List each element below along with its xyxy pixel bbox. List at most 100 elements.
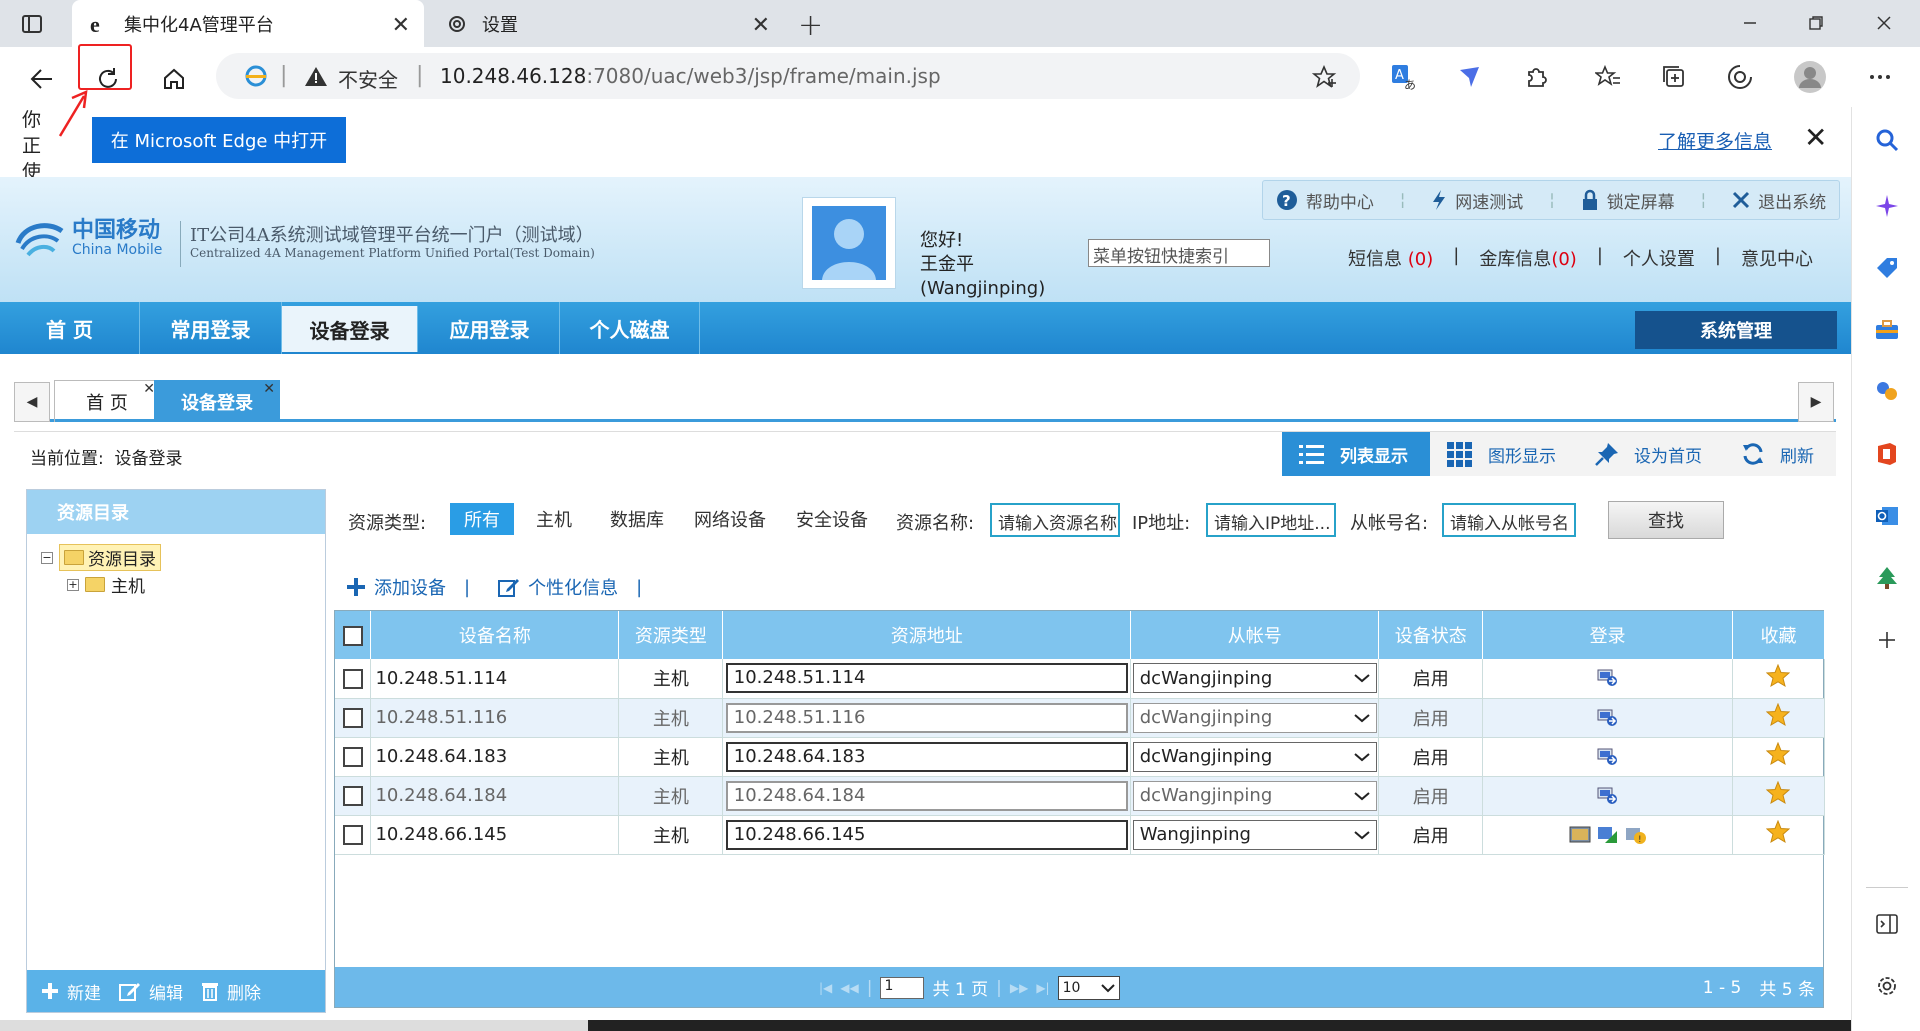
open-in-edge-button[interactable]: 在 Microsoft Edge 中打开 bbox=[92, 117, 346, 163]
prev-page-icon[interactable]: ◀◀ bbox=[840, 981, 858, 995]
system-admin-button[interactable]: 系统管理 bbox=[1635, 311, 1837, 349]
type-filter-host[interactable]: 主机 bbox=[522, 503, 586, 535]
hide-sidebar-icon[interactable] bbox=[1870, 907, 1904, 941]
nav-common-login[interactable]: 常用登录 bbox=[140, 302, 282, 354]
browser-essentials-icon[interactable] bbox=[1724, 61, 1756, 93]
search-button[interactable]: 查找 bbox=[1608, 501, 1724, 539]
close-tab-icon[interactable]: ✕ bbox=[752, 13, 770, 38]
favorite-star-icon[interactable] bbox=[1766, 703, 1791, 727]
set-homepage-button[interactable]: 设为首页 bbox=[1578, 432, 1724, 476]
search-icon[interactable] bbox=[1870, 123, 1904, 157]
tab-scroll-right-icon[interactable]: ▶ bbox=[1798, 382, 1834, 422]
login-icon[interactable] bbox=[1597, 669, 1619, 687]
new-tab-icon[interactable]: + bbox=[798, 8, 823, 43]
help-center-link[interactable]: ? 帮助中心 bbox=[1276, 188, 1374, 213]
first-page-icon[interactable]: |◀ bbox=[819, 981, 832, 995]
account-select[interactable]: dcWangjinping bbox=[1132, 702, 1377, 733]
last-page-icon[interactable]: ▶| bbox=[1036, 981, 1049, 995]
row-select-cell[interactable] bbox=[335, 776, 372, 816]
translate-icon[interactable]: Aあ bbox=[1388, 61, 1420, 93]
learn-more-link[interactable]: 了解更多信息 bbox=[1658, 127, 1772, 154]
more-menu-icon[interactable] bbox=[1864, 61, 1896, 93]
column-header[interactable]: 资源类型 bbox=[618, 611, 724, 659]
account-select[interactable]: Wangjinping bbox=[1132, 819, 1377, 850]
profile-avatar-icon[interactable] bbox=[1792, 59, 1828, 95]
table-row[interactable]: 10.248.66.145 主机 10.248.66.145 Wangjinping 启… bbox=[335, 815, 1826, 855]
messages-link[interactable]: 短信息 (0) bbox=[1348, 245, 1433, 271]
restore-icon[interactable] bbox=[1796, 8, 1836, 38]
resource-address-field[interactable]: 10.248.66.145 bbox=[725, 819, 1128, 850]
column-header[interactable]: 登录 bbox=[1482, 611, 1733, 659]
favorite-star-icon[interactable] bbox=[1766, 820, 1791, 844]
refresh-button[interactable]: 刷新 bbox=[1724, 432, 1836, 476]
tree-new-button[interactable]: 新建 bbox=[41, 979, 101, 1004]
favorite-star-icon[interactable] bbox=[1766, 663, 1791, 688]
close-window-icon[interactable] bbox=[1864, 8, 1904, 38]
type-filter-database[interactable]: 数据库 bbox=[596, 503, 678, 535]
minimize-icon[interactable] bbox=[1730, 8, 1770, 38]
transfer-icon[interactable] bbox=[1597, 825, 1619, 845]
address-bar[interactable]: | 不安全 | 10.248.46.128:7080/uac/web3/jsp/… bbox=[216, 53, 1360, 99]
login-icon[interactable] bbox=[1597, 748, 1619, 766]
personal-settings-link[interactable]: 个人设置 bbox=[1623, 245, 1695, 271]
table-row[interactable]: 10.248.51.116 主机 10.248.51.116 dcWangjinpin… bbox=[335, 698, 1826, 738]
quick-menu-search-input[interactable]: 菜单按钮快捷索引 bbox=[1088, 239, 1270, 267]
column-header[interactable]: 收藏 bbox=[1732, 611, 1826, 659]
add-sidebar-app-icon[interactable] bbox=[1870, 623, 1904, 657]
home-icon[interactable] bbox=[154, 59, 194, 99]
resource-address-field[interactable]: 10.248.51.114 bbox=[725, 663, 1128, 694]
sidebar-settings-icon[interactable] bbox=[1870, 969, 1904, 1003]
row-checkbox[interactable] bbox=[342, 747, 363, 767]
url-text[interactable]: 10.248.46.128:7080/uac/web3/jsp/frame/ma… bbox=[440, 64, 941, 88]
row-checkbox[interactable] bbox=[342, 668, 363, 689]
browser-tab-settings[interactable]: 设置 ✕ bbox=[430, 0, 784, 47]
row-select-cell[interactable] bbox=[335, 737, 372, 777]
collections-icon[interactable] bbox=[1658, 61, 1690, 93]
column-header[interactable]: 设备状态 bbox=[1378, 611, 1484, 659]
logout-link[interactable]: 退出系统 bbox=[1732, 188, 1826, 213]
tree-app-icon[interactable] bbox=[1870, 561, 1904, 595]
resource-address-field[interactable]: 10.248.64.184 bbox=[725, 780, 1128, 811]
login-icon[interactable] bbox=[1597, 709, 1619, 727]
next-page-icon[interactable]: ▶▶ bbox=[1010, 981, 1028, 995]
list-view-button[interactable]: 列表显示 bbox=[1282, 432, 1430, 476]
tab-actions-icon[interactable] bbox=[18, 10, 46, 38]
browser-tab-4a[interactable]: e 集中化4A管理平台 ✕ bbox=[72, 0, 424, 47]
speed-test-link[interactable]: 网速测试 bbox=[1431, 188, 1523, 213]
collapse-icon[interactable]: − bbox=[41, 551, 53, 564]
select-all-checkbox[interactable] bbox=[342, 625, 363, 646]
outlook-icon[interactable] bbox=[1870, 499, 1904, 533]
resource-address-field[interactable]: 10.248.51.116 bbox=[725, 702, 1128, 733]
shopping-tag-icon[interactable] bbox=[1870, 251, 1904, 285]
favorites-icon[interactable] bbox=[1592, 61, 1624, 93]
extensions-icon[interactable] bbox=[1520, 61, 1552, 93]
select-all-header[interactable] bbox=[335, 611, 372, 659]
feedback-center-link[interactable]: 意见中心 bbox=[1741, 245, 1813, 271]
resource-name-input[interactable]: 请输入资源名称 bbox=[990, 503, 1120, 537]
vault-link[interactable]: 金库信息(0) bbox=[1479, 245, 1577, 271]
tree-node-host[interactable]: + 主机 bbox=[67, 572, 145, 597]
row-checkbox[interactable] bbox=[342, 708, 363, 728]
personalize-button[interactable]: 个性化信息 bbox=[498, 574, 618, 600]
close-tab-icon[interactable]: ✕ bbox=[263, 381, 275, 397]
nav-home[interactable]: 首 页 bbox=[0, 302, 140, 354]
inner-tab-device-login[interactable]: 设备登录 ✕ bbox=[154, 380, 280, 422]
nav-personal-disk[interactable]: 个人磁盘 bbox=[560, 302, 700, 354]
row-checkbox[interactable] bbox=[342, 786, 363, 806]
remote-desktop-icon[interactable] bbox=[1569, 825, 1591, 845]
tab-scroll-left-icon[interactable]: ◀ bbox=[14, 382, 50, 422]
row-checkbox[interactable] bbox=[342, 825, 363, 845]
tree-delete-button[interactable]: 删除 bbox=[201, 979, 261, 1004]
table-row[interactable]: 10.248.51.114 主机 10.248.51.114 dcWangjinpin… bbox=[335, 659, 1826, 699]
nav-app-login[interactable]: 应用登录 bbox=[420, 302, 560, 354]
row-select-cell[interactable] bbox=[335, 659, 372, 699]
page-size-select[interactable]: 10 bbox=[1057, 975, 1120, 1000]
table-row[interactable]: 10.248.64.184 主机 10.248.64.184 dcWangjinpin… bbox=[335, 776, 1826, 816]
login-icon[interactable] bbox=[1597, 787, 1619, 805]
column-header[interactable]: 设备名称 bbox=[370, 611, 620, 659]
add-device-button[interactable]: 添加设备 bbox=[346, 574, 446, 600]
close-infobar-icon[interactable]: ✕ bbox=[1804, 121, 1827, 154]
account-select[interactable]: dcWangjinping bbox=[1132, 780, 1377, 811]
page-number-input[interactable]: 1 bbox=[880, 976, 925, 999]
ip-address-input[interactable]: 请输入IP地址... bbox=[1206, 503, 1336, 537]
